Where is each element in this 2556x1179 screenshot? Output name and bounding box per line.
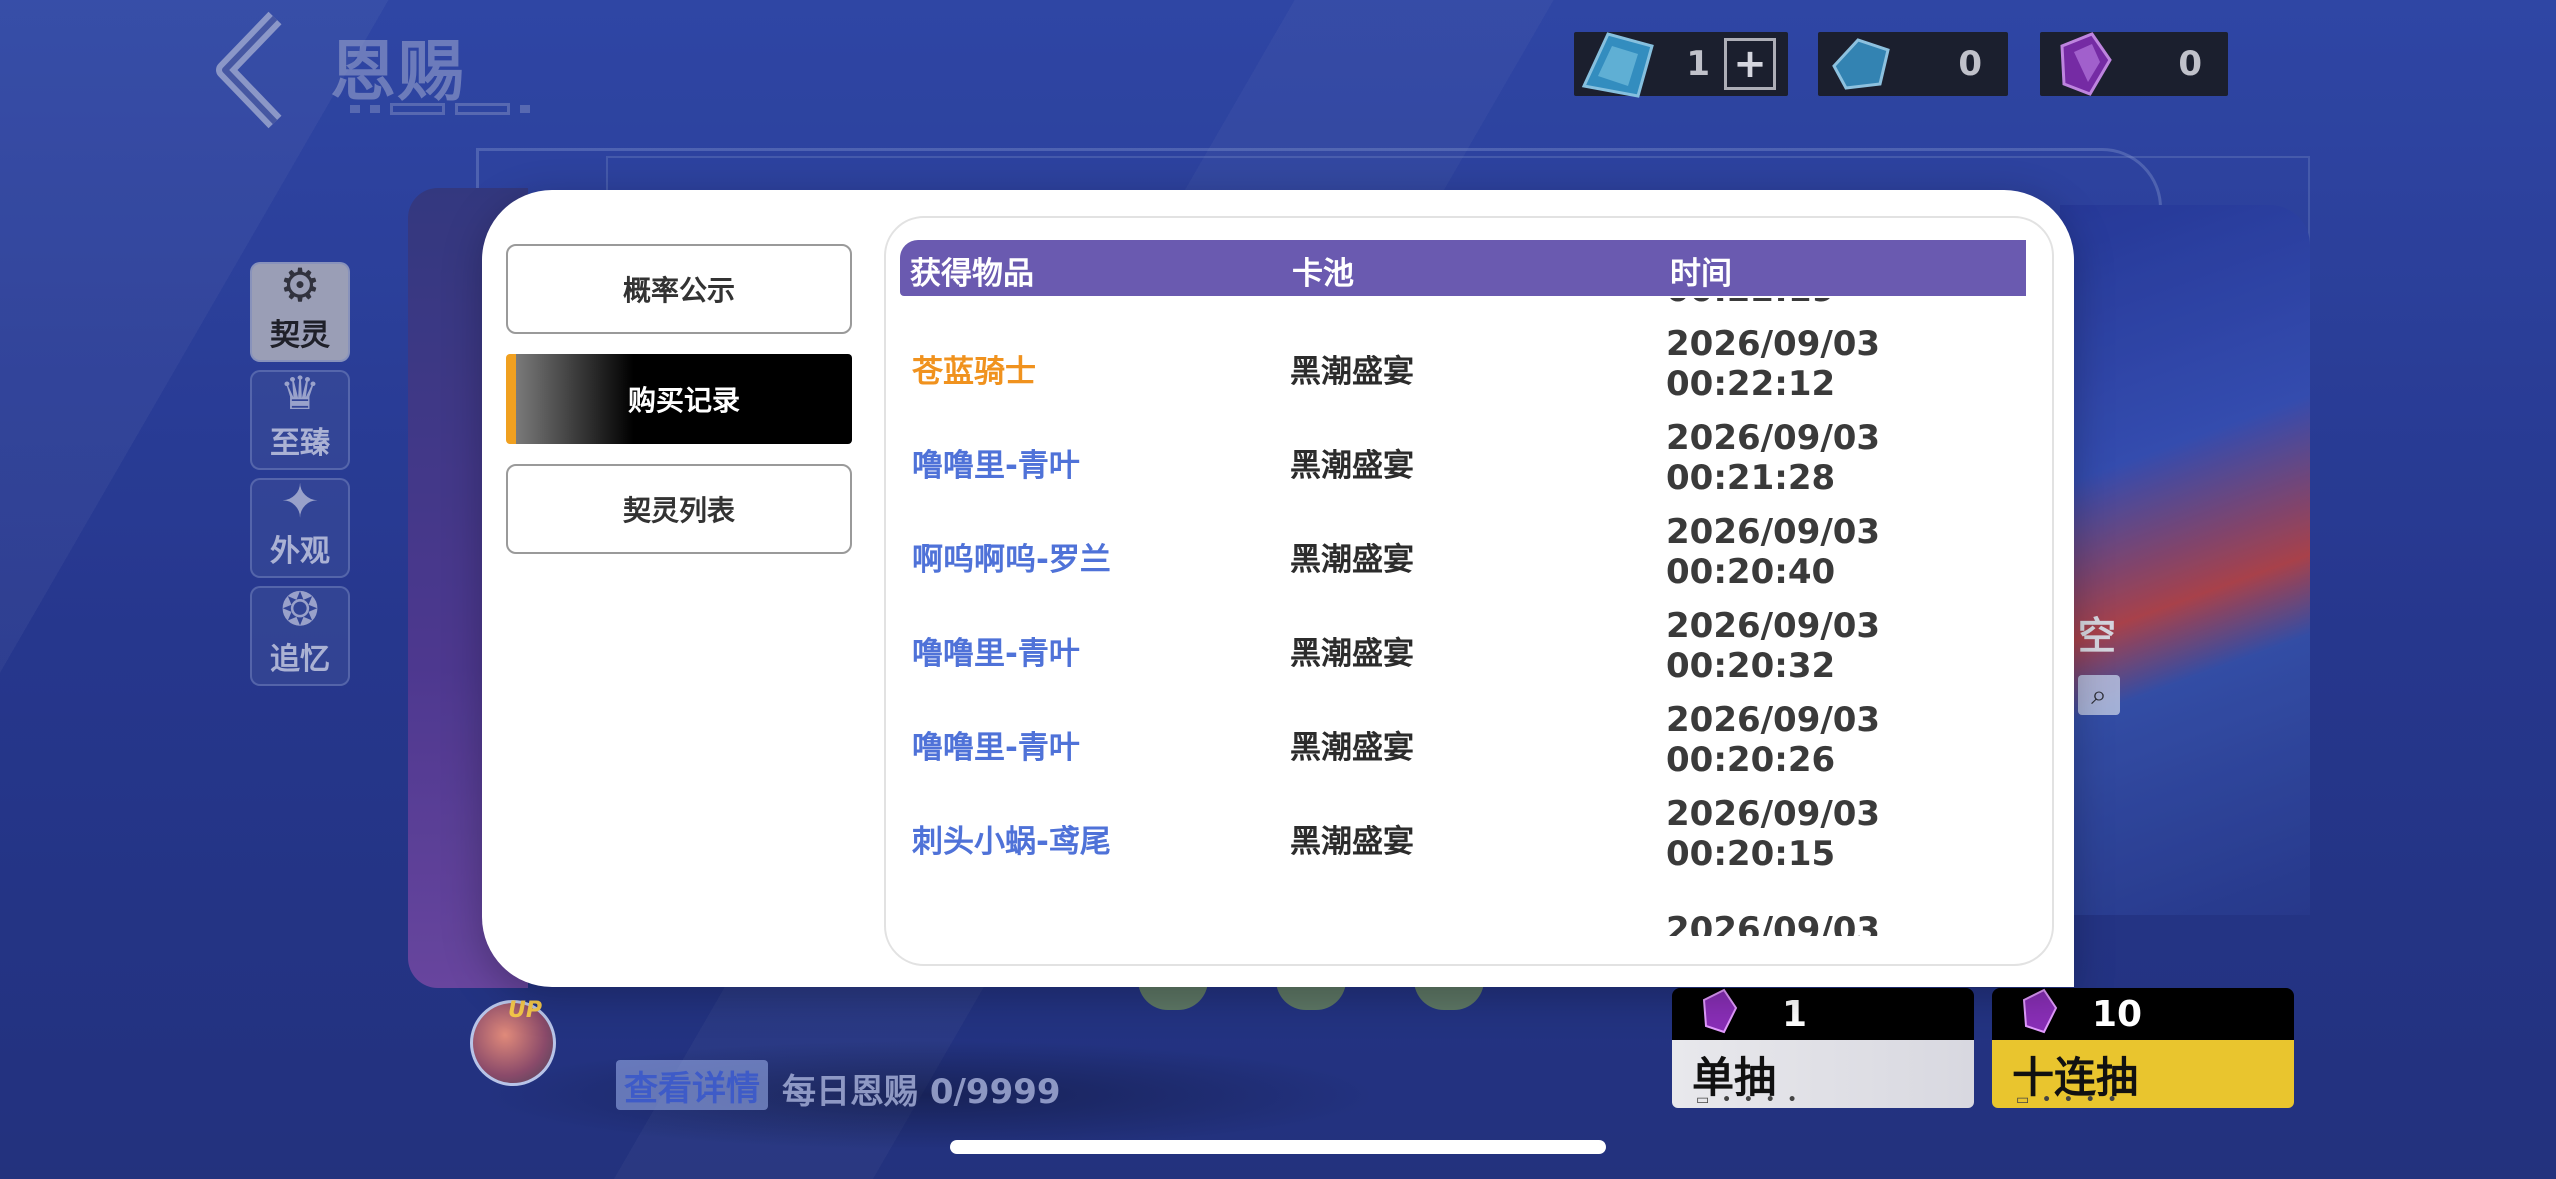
row-time: 2026/09/03 00:22:12	[1666, 324, 1880, 404]
ten-draw-body: 十连抽 ▭ • • • •	[1992, 1040, 2294, 1108]
row-clock: 00:20:26	[1666, 740, 1836, 780]
row-item: 噜噜里-青叶	[912, 636, 1080, 672]
table-row: 噜噜里-青叶 黑潮盛宴 2026/09/03 00:20:32	[886, 600, 2052, 694]
row-date: 2026/09/03	[1666, 794, 1881, 834]
header-time: 时间	[1670, 256, 1732, 292]
row-clock: 00:20:40	[1666, 552, 1836, 592]
row-clock: 00:20:15	[1666, 834, 1836, 874]
row-time: 2026/09/03 00:20:26	[1666, 700, 1880, 780]
purchase-record-table[interactable]: 获得物品 卡池 时间 00:22:19 苍蓝骑士黑潮盛宴2026/09/0300…	[884, 216, 2054, 966]
table-row: 苍蓝骑士 黑潮盛宴 2026/09/03 00:22:12	[886, 318, 2052, 412]
single-draw-button[interactable]: 1 单抽 ▭ • • • •	[1672, 988, 1974, 1120]
view-details-button[interactable]: 查看详情	[616, 1060, 768, 1110]
row-date: 2026/09/03	[1666, 606, 1881, 646]
table-rows[interactable]: 00:22:19 苍蓝骑士黑潮盛宴2026/09/0300:22:12噜噜里-青…	[886, 298, 2052, 938]
purple-gem-icon	[1702, 988, 1738, 1034]
row-time: 2026/09/03 00:20:40	[1666, 512, 1880, 592]
home-indicator[interactable]	[950, 1140, 1606, 1154]
single-draw-count: 1	[1782, 994, 1808, 1035]
row-pool: 黑潮盛宴	[1290, 730, 1414, 766]
row-clock: 00:20:32	[1666, 646, 1836, 686]
ten-draw-header: 10	[1992, 988, 2294, 1040]
row-pool: 黑潮盛宴	[1290, 354, 1414, 390]
row-clock: 00:21:28	[1666, 458, 1836, 498]
row-pool: 黑潮盛宴	[1290, 448, 1414, 484]
partial-row-time: 2026/09/03	[1666, 910, 1881, 938]
daily-grant-counter: 每日恩赐 0/9999	[782, 1072, 1061, 1112]
row-item: 噜噜里-青叶	[912, 448, 1080, 484]
row-item: 刺头小蜗-鸢尾	[912, 824, 1111, 860]
table-row: 噜噜里-青叶 黑潮盛宴 2026/09/03 00:20:26	[886, 694, 2052, 788]
row-pool: 黑潮盛宴	[1290, 636, 1414, 672]
tab-probability[interactable]: 概率公示	[506, 244, 852, 334]
single-draw-body: 单抽 ▭ • • • •	[1672, 1040, 1974, 1108]
tab-purchase-record[interactable]: 购买记录	[506, 354, 852, 444]
row-time: 2026/09/03 00:20:32	[1666, 606, 1880, 686]
tab-spirit-list[interactable]: 契灵列表	[506, 464, 852, 554]
row-item: 噜噜里-青叶	[912, 730, 1080, 766]
ten-draw-count: 10	[2092, 994, 2143, 1035]
draw-decoration: ▭ • • • •	[2016, 1092, 2121, 1108]
table-row: 啊呜啊呜-罗兰 黑潮盛宴 2026/09/03 00:20:40	[886, 506, 2052, 600]
ten-draw-button[interactable]: 10 十连抽 ▭ • • • •	[1992, 988, 2294, 1120]
single-draw-header: 1	[1672, 988, 1974, 1040]
row-item: 苍蓝骑士	[912, 354, 1036, 390]
row-date: 2026/09/03	[1666, 324, 1881, 364]
table-row: 噜噜里-青叶 黑潮盛宴 2026/09/03 00:21:28	[886, 412, 2052, 506]
row-date: 2026/09/03	[1666, 418, 1881, 458]
draw-decoration: ▭ • • • •	[1696, 1092, 1801, 1108]
row-date: 2026/09/03	[1666, 512, 1881, 552]
header-item: 获得物品	[910, 256, 1034, 292]
up-badge: UP	[508, 998, 542, 1023]
table-row: 刺头小蜗-鸢尾 黑潮盛宴 2026/09/03 00:20:15	[886, 788, 2052, 882]
table-header: 获得物品 卡池 时间	[900, 240, 2026, 296]
row-pool: 黑潮盛宴	[1290, 824, 1414, 860]
row-clock: 00:22:12	[1666, 364, 1836, 404]
partial-row-time: 00:22:19	[1666, 298, 1835, 310]
header-pool: 卡池	[1292, 256, 1354, 292]
row-time: 2026/09/03 00:20:15	[1666, 794, 1880, 874]
row-date: 2026/09/03	[1666, 700, 1881, 740]
row-time: 2026/09/03 00:21:28	[1666, 418, 1880, 498]
row-pool: 黑潮盛宴	[1290, 542, 1414, 578]
row-item: 啊呜啊呜-罗兰	[912, 542, 1111, 578]
purple-gem-icon	[2022, 988, 2058, 1034]
